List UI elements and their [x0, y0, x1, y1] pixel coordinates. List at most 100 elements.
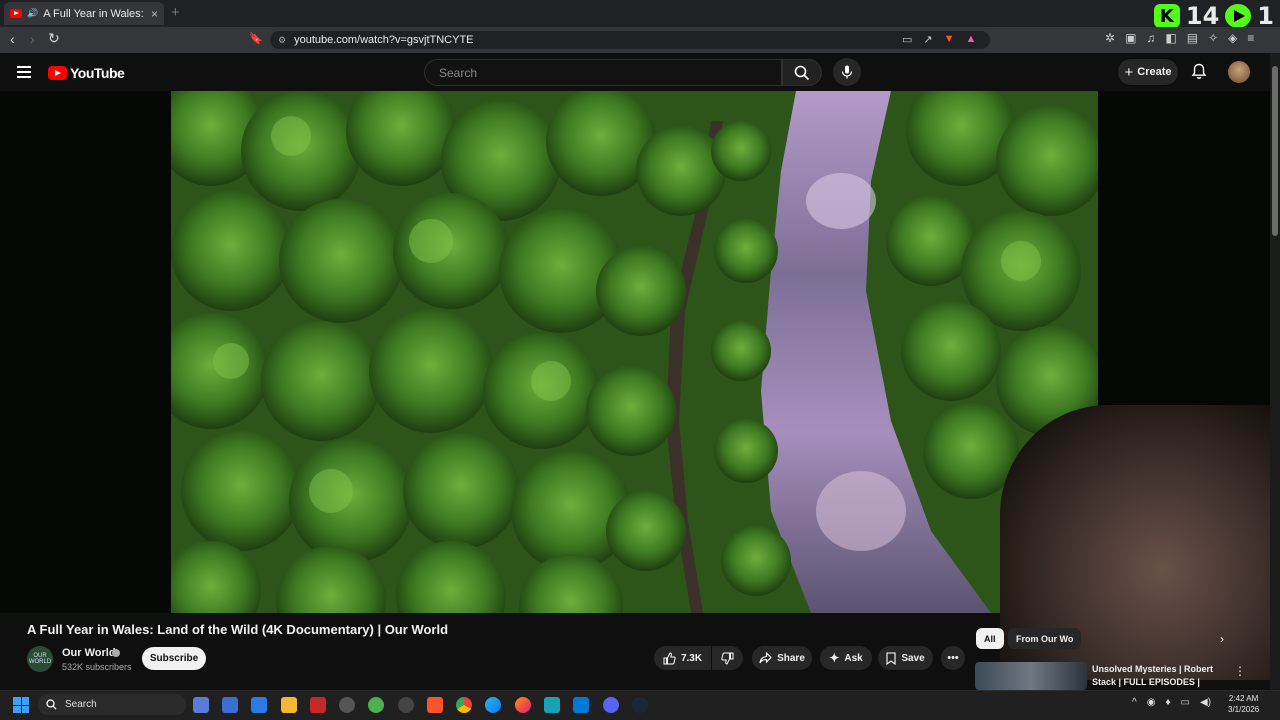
volume-icon[interactable]: ◀): [1200, 697, 1211, 708]
edge-icon[interactable]: [485, 697, 501, 713]
like-button[interactable]: 7.3K: [654, 646, 711, 670]
clock-date: 3/1/2026: [1228, 705, 1260, 714]
recommended-more-icon[interactable]: ⋮: [1234, 664, 1246, 678]
recommended-thumbnail[interactable]: [975, 662, 1087, 690]
video-title: A Full Year in Wales: Land of the Wild (…: [27, 622, 449, 637]
chip-all[interactable]: All: [976, 628, 1004, 649]
reload-icon[interactable]: ↻: [48, 30, 60, 47]
youtube-favicon-icon: [10, 9, 22, 18]
new-tab-button[interactable]: +: [171, 4, 180, 21]
tab-close-icon[interactable]: ×: [151, 7, 158, 21]
taskbar-app-icon[interactable]: [368, 697, 384, 713]
sidebar-icon[interactable]: ◧: [1165, 31, 1176, 45]
taskbar-search-label: Search: [65, 699, 97, 710]
discord-icon[interactable]: [603, 697, 619, 713]
microphone-icon: [841, 65, 853, 79]
youtube-logo[interactable]: YouTube: [48, 65, 125, 81]
address-bar[interactable]: ⚙ youtube.com/watch?v=gsvjtTNCYTE: [270, 31, 990, 49]
forward-icon[interactable]: ›: [30, 31, 35, 47]
brave-browser-icon[interactable]: [427, 697, 443, 713]
channel-name[interactable]: Our World: [62, 647, 116, 659]
taskbar-app-icon[interactable]: [222, 697, 238, 713]
taskbar-app-icon[interactable]: [544, 697, 560, 713]
mic-tray-icon[interactable]: ♦: [1165, 697, 1170, 708]
voice-search-button[interactable]: [833, 58, 861, 86]
extensions-bar: ✲ ▣ ♫ ◧ ▤ ✧ ◈ ≡: [1105, 31, 1254, 45]
save-button[interactable]: Save: [878, 646, 933, 670]
media-icon[interactable]: ♫: [1146, 31, 1155, 45]
cast-icon[interactable]: ▭: [902, 33, 912, 46]
url-text: youtube.com/watch?v=gsvjtTNCYTE: [294, 34, 474, 46]
menu-icon[interactable]: ≡: [1247, 31, 1254, 45]
taskbar-search-icon: [46, 699, 57, 710]
firefox-icon[interactable]: [515, 697, 531, 713]
aerial-forest-river-frame: [171, 91, 1098, 613]
brave-shield-icon[interactable]: ▼: [944, 33, 955, 46]
browser-tab-strip: [0, 0, 1280, 27]
more-actions-icon[interactable]: •••: [941, 646, 965, 670]
search-button[interactable]: [782, 59, 822, 86]
tray-chevron-icon[interactable]: ^: [1132, 697, 1137, 708]
vpn-icon[interactable]: ◈: [1228, 31, 1237, 45]
vscode-icon[interactable]: [573, 697, 589, 713]
verified-badge-icon: [112, 649, 120, 657]
sparkle-icon: ✦: [829, 651, 840, 665]
subscribe-button[interactable]: Subscribe: [142, 647, 206, 670]
share-label: Share: [777, 652, 805, 664]
create-label: Create: [1137, 66, 1172, 78]
chrome-icon[interactable]: [456, 697, 472, 713]
plus-icon: +: [1124, 63, 1134, 81]
taskbar-clock[interactable]: 2:42 AM 3/1/2026: [1228, 693, 1259, 715]
youtube-logo-icon: [48, 66, 67, 80]
subscriber-count: 532K subscribers: [62, 662, 132, 672]
create-button[interactable]: + Create: [1118, 59, 1178, 85]
system-tray: ^ ◉ ♦ ▭ ◀): [1132, 697, 1211, 708]
share-icon: [759, 652, 772, 664]
browser-tab[interactable]: 🔊 A Full Year in Wales: Land of the Wild…: [4, 2, 164, 25]
youtube-logo-text: YouTube: [70, 65, 125, 81]
tab-title: A Full Year in Wales: Land of the Wild: [43, 7, 146, 20]
ask-button[interactable]: ✦ Ask: [820, 646, 872, 670]
tray-app-icon[interactable]: ◉: [1147, 697, 1156, 708]
play-badge-icon: [1225, 4, 1252, 28]
chip-from-channel[interactable]: From Our Wo: [1008, 628, 1082, 649]
chevron-right-icon[interactable]: ›: [1220, 632, 1224, 646]
like-count: 7.3K: [680, 652, 703, 664]
screenshot-icon[interactable]: ▣: [1125, 31, 1136, 45]
channel-avatar[interactable]: OUR WORLD: [27, 646, 53, 672]
taskbar-app-icon[interactable]: [310, 697, 326, 713]
file-explorer-icon[interactable]: [281, 697, 297, 713]
share-page-icon[interactable]: ↗: [923, 33, 932, 46]
extensions-icon[interactable]: ✲: [1105, 31, 1115, 45]
leo-icon[interactable]: ✧: [1208, 31, 1218, 45]
recommended-title[interactable]: Unsolved Mysteries | Robert Stack | FULL…: [1092, 663, 1222, 689]
stream-overlay: K 14 1: [1153, 2, 1274, 30]
taskbar-search[interactable]: Search: [38, 694, 186, 715]
brave-rewards-icon[interactable]: ▲: [966, 33, 977, 46]
save-label: Save: [901, 652, 925, 664]
scrollbar-thumb[interactable]: [1272, 66, 1278, 236]
taskbar-app-icon[interactable]: [339, 697, 355, 713]
address-bar-actions: ▭ ↗ ▼ ▲: [902, 33, 976, 46]
site-info-icon[interactable]: ⚙: [278, 35, 286, 46]
taskbar-app-icon[interactable]: [251, 697, 267, 713]
video-player[interactable]: [171, 91, 1098, 613]
hamburger-menu-icon[interactable]: [17, 66, 31, 81]
clock-time: 2:42 AM: [1228, 694, 1259, 703]
bookmark-icon[interactable]: 🔖: [249, 32, 263, 45]
wallet-icon[interactable]: ▤: [1187, 31, 1198, 45]
taskbar-app-icon[interactable]: [193, 697, 209, 713]
share-button[interactable]: Share: [752, 646, 812, 670]
overlay-count-1: 14: [1185, 2, 1220, 30]
network-icon[interactable]: ▭: [1181, 697, 1190, 708]
back-icon[interactable]: ‹: [10, 31, 15, 47]
notifications-bell-icon[interactable]: [1191, 63, 1207, 80]
dislike-button[interactable]: [712, 646, 743, 670]
user-avatar[interactable]: [1228, 61, 1250, 83]
save-icon: [886, 651, 896, 665]
search-input[interactable]: Search: [424, 59, 782, 86]
windows-start-icon[interactable]: [13, 697, 29, 713]
speaker-icon: 🔊: [27, 8, 39, 18]
taskbar-app-icon[interactable]: [398, 697, 414, 713]
steam-icon[interactable]: [632, 697, 648, 713]
